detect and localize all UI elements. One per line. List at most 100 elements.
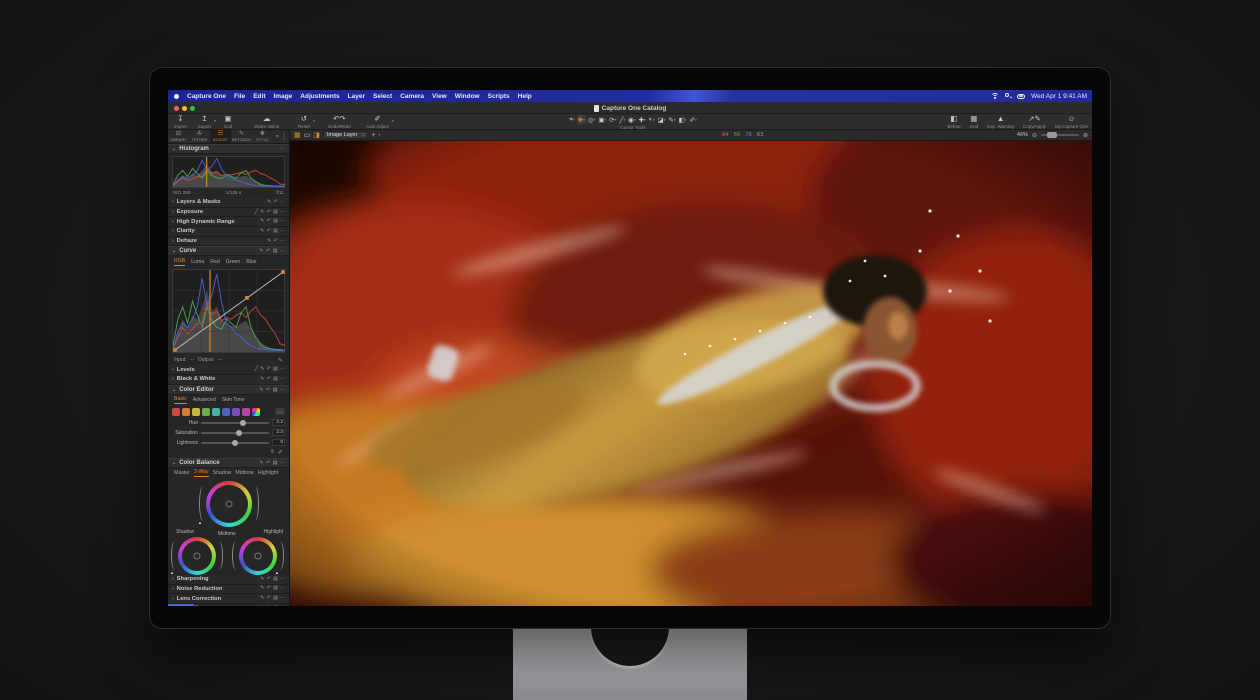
pen-icon[interactable]: ✎ xyxy=(260,229,264,234)
toolbar-grid-button[interactable]: ▦Grid xyxy=(970,115,979,129)
menu-item-camera[interactable]: Camera xyxy=(400,93,424,100)
slider-saturation[interactable]: Saturation2.3 xyxy=(168,428,289,438)
menu-item-layer[interactable]: Layer xyxy=(348,93,365,100)
slider-thumb[interactable] xyxy=(236,430,242,436)
more-icon[interactable]: ⋯ xyxy=(280,239,285,244)
menu-item-capture-one[interactable]: Capture One xyxy=(187,93,226,100)
photo-viewer[interactable] xyxy=(290,141,1092,606)
toolbar-export-button[interactable]: ↥▾Export xyxy=(198,115,211,129)
toolbar-undo-redo-button[interactable]: ↶↷Undo/Redo xyxy=(328,115,351,129)
pen-icon[interactable]: ✎ xyxy=(267,239,271,244)
presets-icon[interactable]: ▤ xyxy=(273,460,278,466)
panel-row-noise-reduction[interactable]: ›Noise Reduction✎↶▤⋯ xyxy=(168,585,289,595)
panel-row-dehaze[interactable]: ›Dehaze✎↶⋯ xyxy=(168,237,289,247)
zoom-slider[interactable] xyxy=(1041,134,1079,136)
add-layer-button[interactable]: + xyxy=(371,132,375,139)
reset-icon[interactable]: ↶ xyxy=(266,248,270,254)
panel-curve-header[interactable]: ⌄Curve ✎↶▤⋯ xyxy=(168,246,289,256)
presets-icon[interactable]: ▤ xyxy=(273,367,278,372)
curve-tab-rgb[interactable]: RGB xyxy=(174,258,185,266)
menu-item-adjustments[interactable]: Adjustments xyxy=(300,93,339,100)
color-balance-tab-shadow[interactable]: Shadow xyxy=(213,470,232,476)
color-swatch[interactable] xyxy=(252,408,260,416)
toolbar-auto-adjust-button[interactable]: ✐▾Auto Adjust xyxy=(366,115,389,129)
menu-bar-clock[interactable]: Wed Apr 1 9:41 AM xyxy=(1031,93,1087,100)
slider-track[interactable] xyxy=(201,432,269,434)
reset-icon[interactable]: ↶ xyxy=(267,210,271,215)
cursor-tool-erase-mask[interactable]: ◪▾ xyxy=(657,115,667,124)
panel-row-levels[interactable]: ›Levels╱✎↶▤⋯ xyxy=(168,365,289,375)
more-icon[interactable]: ⋯ xyxy=(280,377,285,382)
color-balance-tab-3-way[interactable]: 3-Way xyxy=(194,469,209,477)
more-icon[interactable]: ⋯ xyxy=(280,210,285,215)
more-icon[interactable]: ⋯ xyxy=(280,596,285,601)
color-swatch[interactable] xyxy=(172,408,180,416)
toolbar-reset-button[interactable]: ↺▾Reset xyxy=(298,115,310,129)
spotlight-search-icon[interactable] xyxy=(1005,93,1011,99)
cursor-tool-select[interactable]: ⌖▾ xyxy=(568,115,575,124)
reset-icon[interactable]: ↶ xyxy=(266,460,270,466)
uniformity-icon[interactable]: ≡ xyxy=(270,449,274,456)
presets-icon[interactable]: ▤ xyxy=(273,586,278,591)
menu-item-edit[interactable]: Edit xyxy=(253,93,265,100)
wifi-icon[interactable] xyxy=(991,93,999,99)
zoom-slider-thumb[interactable] xyxy=(1047,132,1057,138)
panel-color-editor-header[interactable]: ⌄Color Editor ✎↶▤⋯ xyxy=(168,385,289,395)
presets-icon[interactable]: ▤ xyxy=(273,577,278,582)
curve-pick-icon[interactable]: ✎ xyxy=(278,357,283,364)
panel-row-sharpening[interactable]: ›Sharpening✎↶▤⋯ xyxy=(168,575,289,585)
toolbar-cull-button[interactable]: ▣Cull xyxy=(224,115,232,129)
toolbar-exp-warning-button[interactable]: ▲Exp. Warning xyxy=(987,115,1014,129)
reset-icon[interactable]: ↶ xyxy=(267,596,271,601)
menu-item-help[interactable]: Help xyxy=(518,93,532,100)
panel-row-high-dynamic-range[interactable]: ›High Dynamic Range✎↶▤⋯ xyxy=(168,217,289,227)
reset-icon[interactable]: ↶ xyxy=(267,377,271,382)
panel-row-layers-masks[interactable]: ›Layers & Masks✎↶⋯ xyxy=(168,198,289,208)
more-icon[interactable]: ⋯ xyxy=(280,577,285,582)
reset-icon[interactable]: ↶ xyxy=(267,367,271,372)
add-layer-caret[interactable]: ▾ xyxy=(378,133,380,137)
shadow-wheel[interactable]: ▲ xyxy=(178,537,216,575)
slider-thumb[interactable] xyxy=(232,440,238,446)
color-swatch[interactable] xyxy=(222,408,230,416)
panel-row-exposure[interactable]: ›Exposure╱✎↶▤⋯ xyxy=(168,208,289,218)
reset-icon[interactable]: ↶ xyxy=(267,586,271,591)
curve-canvas[interactable] xyxy=(172,269,285,353)
menu-item-view[interactable]: View xyxy=(432,93,447,100)
presets-icon[interactable]: ▤ xyxy=(273,229,278,234)
reset-icon[interactable]: ↶ xyxy=(267,219,271,224)
more-tabs-icon[interactable]: » xyxy=(276,134,279,140)
slider-hue[interactable]: Hue2.2 xyxy=(168,418,289,428)
more-icon[interactable]: ⋯ xyxy=(280,219,285,224)
layer-select[interactable]: Image Layer⇕ xyxy=(323,131,369,139)
tab-tether[interactable]: ✇TETHER xyxy=(189,130,210,143)
pen-icon[interactable]: ✎ xyxy=(260,219,264,224)
slider-track[interactable] xyxy=(201,442,269,444)
panel-color-balance-header[interactable]: ⌄Color Balance ✎↶▤⋯ xyxy=(168,458,289,468)
presets-icon[interactable]: ▤ xyxy=(273,596,278,601)
color-swatch[interactable] xyxy=(192,408,200,416)
color-swatch[interactable] xyxy=(202,408,210,416)
slider-value[interactable]: 2.3 xyxy=(272,429,285,436)
tab-menu-icon[interactable]: ⋮ xyxy=(281,133,287,140)
color-swatch[interactable] xyxy=(212,408,220,416)
presets-icon[interactable]: ▤ xyxy=(273,219,278,224)
tab-library[interactable]: ⊟LIBRARY xyxy=(168,130,189,143)
reset-icon[interactable]: ↶ xyxy=(274,239,278,244)
more-icon[interactable]: ⋯ xyxy=(280,200,285,205)
cursor-tool-draw-mask[interactable]: ✎▾ xyxy=(667,115,676,124)
reset-icon[interactable]: ↶ xyxy=(267,577,271,582)
cursor-tool-heal[interactable]: ✚▾ xyxy=(638,115,647,124)
color-editor-tab-basic[interactable]: Basic xyxy=(174,396,187,404)
tab-style[interactable]: ❖STYLE xyxy=(252,130,273,143)
pen-icon[interactable]: ✎ xyxy=(259,460,263,466)
split-view-icon[interactable]: ◨ xyxy=(313,131,320,139)
more-icon[interactable]: ⋯ xyxy=(280,146,285,152)
slider-thumb[interactable] xyxy=(240,420,246,426)
cursor-tool-gradient-mask[interactable]: ◧▾ xyxy=(678,115,688,124)
zoom-out-icon[interactable]: ⊖ xyxy=(1032,132,1037,139)
more-icon[interactable]: ⋯ xyxy=(280,460,285,466)
highlight-wheel[interactable]: ▲ xyxy=(239,537,277,575)
pen-icon[interactable]: ✎ xyxy=(259,387,263,393)
panel-row-lens-correction[interactable]: ›Lens Correction✎↶▤⋯ xyxy=(168,594,289,604)
